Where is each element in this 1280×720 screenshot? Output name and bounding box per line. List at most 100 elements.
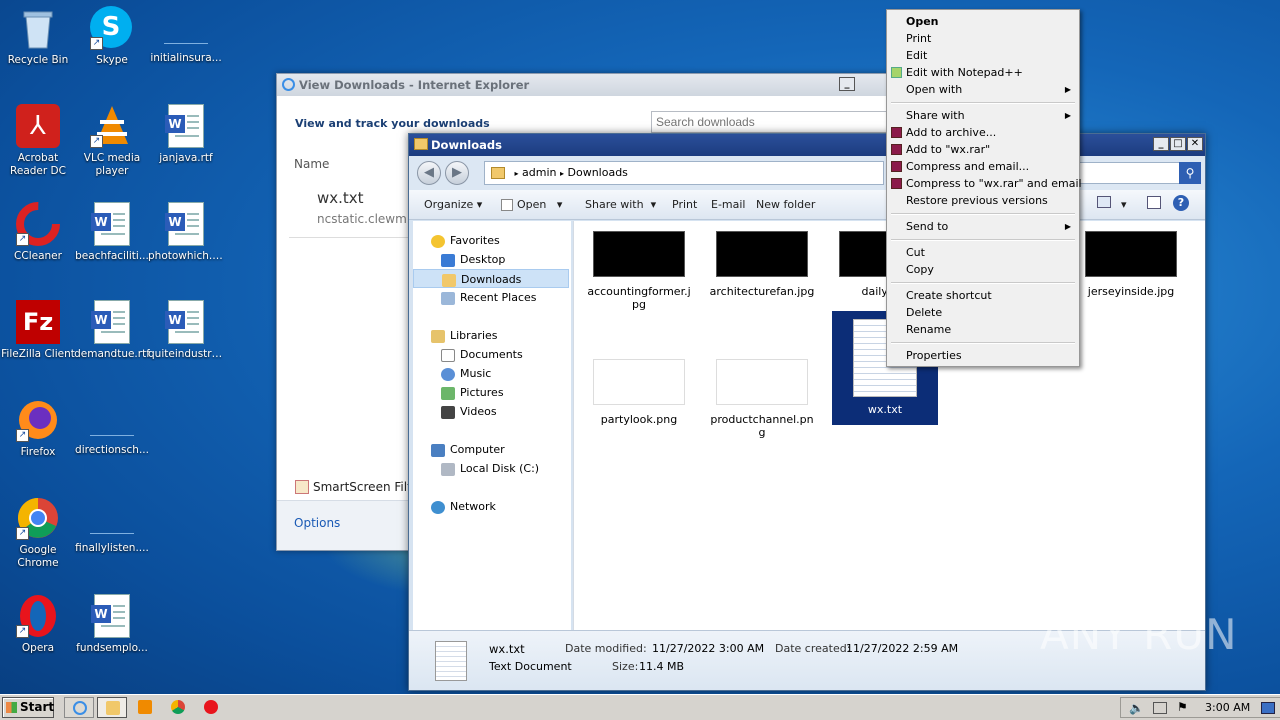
desktop-icon-label: Google Chrome: [17, 544, 59, 569]
taskbar-opera-button[interactable]: [196, 697, 226, 718]
address-breadcrumb[interactable]: ▸ admin ▸ Downloads: [484, 161, 884, 185]
explorer-title-bar[interactable]: Downloads _ □ ✕: [409, 134, 1205, 156]
chevron-down-icon[interactable]: ▾: [1121, 198, 1127, 211]
desktop-icon-acrobat[interactable]: ⅄ Acrobat Reader DC: [0, 104, 76, 178]
folder-icon: [491, 167, 505, 179]
desktop-icon-label: fundsemplo...: [76, 642, 148, 654]
menu-item-add-to-rar[interactable]: Add to "wx.rar": [889, 141, 1077, 158]
file-item[interactable]: jerseyinside.jpg: [1078, 231, 1184, 298]
forward-button[interactable]: ▶: [445, 161, 469, 185]
print-button[interactable]: Print: [672, 198, 697, 211]
menu-item-edit-notepadpp[interactable]: Edit with Notepad++: [889, 64, 1077, 81]
taskbar-chrome-button[interactable]: [163, 697, 193, 718]
desktop-icon-finallylisten[interactable]: finallylisten....: [74, 496, 150, 555]
close-button[interactable]: ✕: [1187, 137, 1203, 151]
desktop-icon-demandtue[interactable]: W demandtue.rtf: [74, 300, 150, 361]
nav-network[interactable]: Network: [431, 497, 587, 516]
ie-heading: View and track your downloads: [295, 117, 490, 130]
desktop-icon-recycle-bin[interactable]: Recycle Bin: [0, 6, 76, 67]
taskbar-media-player-button[interactable]: [130, 697, 160, 718]
winrar-icon: [891, 161, 902, 172]
desktop-icon-filezilla[interactable]: Fz FileZilla Client: [0, 300, 76, 361]
menu-item-edit[interactable]: Edit: [889, 47, 1077, 64]
shortcut-arrow-icon: ↗: [90, 135, 103, 148]
desktop-icon-ccleaner[interactable]: ↗ CCleaner: [0, 202, 76, 263]
desktop-icon-quiteindustri[interactable]: W quiteindustri...: [148, 300, 224, 361]
documents-icon: [441, 348, 455, 362]
menu-item-rename[interactable]: Rename: [889, 321, 1077, 338]
menu-item-cut[interactable]: Cut: [889, 244, 1077, 261]
menu-item-copy[interactable]: Copy: [889, 261, 1077, 278]
nav-computer[interactable]: Computer: [431, 440, 587, 459]
network-tray-icon[interactable]: [1153, 702, 1167, 714]
ie-search-input[interactable]: [651, 111, 891, 133]
desktop-icon-vlc[interactable]: ↗ VLC media player: [74, 104, 150, 178]
share-with-button[interactable]: Share with ▾: [585, 198, 656, 211]
menu-item-compress-email[interactable]: Compress and email...: [889, 158, 1077, 175]
clock[interactable]: 3:00 AM: [1205, 701, 1250, 714]
filezilla-icon: Fz: [16, 300, 60, 344]
menu-item-share-with[interactable]: Share with ▶: [889, 107, 1077, 124]
desktop-icon-firefox[interactable]: ↗ Firefox: [0, 398, 76, 459]
maximize-button[interactable]: □: [1170, 137, 1186, 151]
file-item[interactable]: productchannel.png: [709, 359, 815, 439]
open-button[interactable]: Open ▾: [501, 198, 562, 211]
volume-icon[interactable]: 🔈: [1129, 701, 1144, 715]
file-item[interactable]: accountingformer.jpg: [586, 231, 692, 311]
menu-item-open[interactable]: Open: [889, 13, 1077, 30]
menu-item-send-to[interactable]: Send to ▶: [889, 218, 1077, 235]
minimize-button[interactable]: _: [839, 77, 855, 91]
breadcrumb-admin[interactable]: admin: [522, 166, 556, 179]
desktop-icon-initialinsura[interactable]: initialinsura...: [148, 6, 224, 65]
new-folder-button[interactable]: New folder: [756, 198, 815, 211]
desktop-icon-skype[interactable]: S ↗ Skype: [74, 6, 150, 67]
nav-favorites[interactable]: Favorites: [431, 231, 587, 250]
explorer-search-input[interactable]: ⚲: [1079, 162, 1201, 184]
nav-downloads[interactable]: Downloads: [413, 269, 569, 288]
ie-smartscreen-link[interactable]: SmartScreen Filte: [295, 480, 419, 494]
action-center-flag-icon[interactable]: ⚑: [1177, 700, 1188, 714]
image-thumbnail: [593, 231, 685, 277]
desktop-icon-janjava[interactable]: W janjava.rtf: [148, 104, 224, 165]
views-icon[interactable]: [1097, 196, 1111, 208]
breadcrumb-downloads[interactable]: Downloads: [568, 166, 628, 179]
desktop-icon-photowhich[interactable]: W photowhich.rtf: [148, 202, 224, 263]
system-tray: 🔈 ⚑ 3:00 AM: [1120, 697, 1280, 718]
ie-icon: [73, 701, 87, 715]
menu-item-restore-versions[interactable]: Restore previous versions: [889, 192, 1077, 209]
menu-item-compress-rar-email[interactable]: Compress to "wx.rar" and email: [889, 175, 1082, 192]
start-button[interactable]: Start: [2, 697, 54, 718]
ie-name-column-header[interactable]: Name: [294, 157, 329, 171]
taskbar-explorer-button[interactable]: [97, 697, 127, 718]
desktop-icon-directionsch[interactable]: directionsch...: [74, 398, 150, 457]
taskbar-ie-button[interactable]: [64, 697, 94, 718]
menu-item-delete[interactable]: Delete: [889, 304, 1077, 321]
file-item[interactable]: partylook.png: [586, 359, 692, 426]
ie-title-bar[interactable]: View Downloads - Internet Explorer _: [277, 74, 895, 96]
organize-button[interactable]: Organize ▾: [424, 198, 482, 211]
nav-libraries[interactable]: Libraries: [431, 326, 587, 345]
file-item[interactable]: architecturefan.jpg: [709, 231, 815, 298]
menu-item-properties[interactable]: Properties: [889, 347, 1077, 364]
explorer-window[interactable]: Downloads _ □ ✕ ◀ ▶ ▸ admin ▸ Downloads …: [408, 133, 1206, 691]
menu-item-add-to-archive[interactable]: Add to archive...: [889, 124, 1077, 141]
menu-item-open-with[interactable]: Open with ▶: [889, 81, 1077, 98]
search-icon[interactable]: ⚲: [1179, 162, 1201, 184]
preview-pane-icon[interactable]: [1147, 196, 1161, 209]
desktop-icon-beachfaciliti[interactable]: W beachfaciliti...: [74, 202, 150, 263]
minimize-button[interactable]: _: [1153, 137, 1169, 151]
pictures-icon: [441, 386, 455, 400]
desktop-icon-fundsemplo[interactable]: W fundsemplo...: [74, 594, 150, 655]
ie-options-link[interactable]: Options: [294, 516, 340, 530]
ie-download-file-name[interactable]: wx.txt: [317, 189, 364, 207]
menu-separator: [891, 282, 1075, 284]
menu-item-print[interactable]: Print: [889, 30, 1077, 47]
email-button[interactable]: E-mail: [711, 198, 746, 211]
word-doc-icon: W: [90, 300, 134, 344]
back-button[interactable]: ◀: [417, 161, 441, 185]
desktop-icon-chrome[interactable]: ↗ Google Chrome: [0, 496, 76, 570]
menu-item-create-shortcut[interactable]: Create shortcut: [889, 287, 1077, 304]
show-desktop-icon[interactable]: [1261, 702, 1275, 714]
help-icon[interactable]: ?: [1173, 195, 1189, 211]
desktop-icon-opera[interactable]: ↗ Opera: [0, 594, 76, 655]
